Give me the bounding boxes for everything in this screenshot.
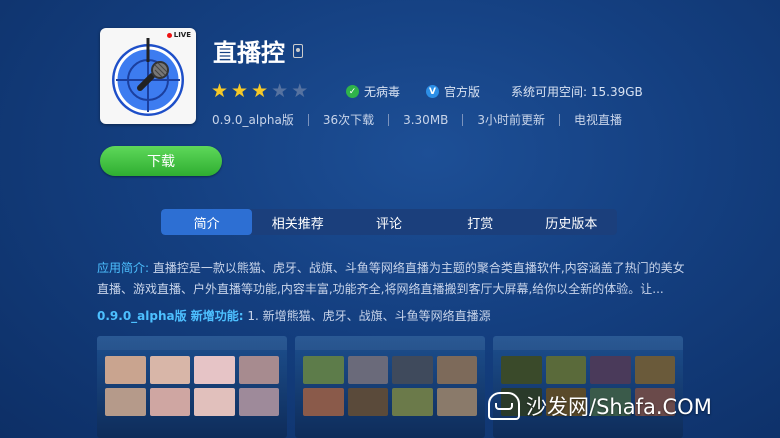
check-circle-icon: ✓ [346, 85, 359, 98]
screenshot-tile [149, 388, 190, 416]
star-icon: ★ [251, 80, 269, 102]
app-icon: LIVE [100, 28, 196, 124]
file-size-label: 3.30MB [403, 112, 449, 127]
tab-bar: 简介 相关推荐 评论 打赏 历史版本 [161, 209, 617, 235]
screenshot-tile [194, 388, 235, 416]
tab-tips[interactable]: 打赏 [435, 209, 526, 235]
divider [462, 113, 464, 126]
screenshot-tile [590, 356, 631, 384]
live-dot-icon [166, 32, 172, 38]
download-count-label: 36次下载 [322, 113, 375, 127]
tab-intro[interactable]: 简介 [161, 209, 253, 235]
download-button[interactable]: 下载 [100, 146, 222, 176]
screenshot-topbar [493, 336, 683, 350]
screenshot-tile [392, 388, 433, 416]
tab-history[interactable]: 历史版本 [526, 209, 617, 235]
screenshot-thumbnail[interactable] [493, 336, 683, 438]
official-badge: V 官方版 [426, 83, 480, 100]
tab-comments[interactable]: 评论 [343, 209, 434, 235]
screenshot-tile [436, 356, 477, 384]
screenshot-tile [501, 356, 542, 384]
live-badge-label: LIVE [173, 31, 191, 39]
live-badge: LIVE [166, 31, 191, 39]
screenshot-tile [303, 356, 344, 384]
screenshot-topbar [295, 336, 485, 350]
official-label: 官方版 [444, 85, 481, 99]
divider [559, 113, 561, 126]
tab-related[interactable]: 相关推荐 [252, 209, 343, 235]
new-features-heading: 0.9.0_alpha版 新增功能: [97, 309, 244, 323]
screenshot-tile [149, 356, 190, 384]
screenshot-tile [105, 356, 146, 384]
star-icon: ★ [211, 80, 229, 102]
screenshot-thumbnail[interactable] [295, 336, 485, 438]
app-meta-row: 0.9.0_alpha版 36次下载 3.30MB 3小时前更新 电视直播 [212, 111, 622, 128]
new-features-text: 1. 新增熊猫、虎牙、战旗、斗鱼等网络直播源 [243, 309, 491, 323]
screenshot-tile [238, 356, 279, 384]
screenshot-tile [303, 388, 344, 416]
app-description: 应用简介: 直播控是一款以熊猫、虎牙、战旗、斗鱼等网络直播为主题的聚合类直播软件… [97, 258, 687, 300]
screenshot-tile [105, 388, 146, 416]
description-heading: 应用简介: [97, 261, 150, 275]
watermark: 沙发网/Shafa.COM [488, 391, 712, 421]
app-title-row: 直播控 [213, 33, 303, 68]
category-label: 电视直播 [574, 113, 623, 127]
screenshot-tile [392, 356, 433, 384]
screenshot-thumbnail[interactable] [97, 336, 287, 438]
star-icon: ★ [231, 80, 249, 102]
screenshot-topbar [97, 336, 287, 350]
rating-stars: ★ ★ ★ ★ ★ [211, 82, 308, 101]
app-title: 直播控 [213, 39, 285, 67]
screenshot-tile [634, 356, 675, 384]
screenshot-tile [194, 356, 235, 384]
virus-free-badge: ✓ 无病毒 [346, 83, 400, 100]
divider [307, 113, 309, 126]
new-features: 0.9.0_alpha版 新增功能: 1. 新增熊猫、虎牙、战旗、斗鱼等网络直播… [97, 307, 491, 324]
divider [388, 113, 390, 126]
microphone-radar-icon [112, 38, 184, 116]
star-empty-icon: ★ [271, 80, 289, 102]
star-empty-icon: ★ [291, 80, 309, 102]
version-label: 0.9.0_alpha版 [212, 113, 294, 127]
screenshot-tile [436, 388, 477, 416]
v-verified-icon: V [426, 85, 439, 98]
screenshot-tile [545, 356, 586, 384]
description-text: 直播控是一款以熊猫、虎牙、战旗、斗鱼等网络直播为主题的聚合类直播软件,内容涵盖了… [97, 261, 685, 296]
sofa-logo-icon [488, 392, 520, 420]
remote-control-icon [293, 43, 303, 58]
screenshot-tile [347, 356, 388, 384]
screenshot-tile [238, 388, 279, 416]
update-time-label: 3小时前更新 [477, 113, 546, 127]
storage-info: 系统可用空间: 15.39GB [511, 83, 643, 100]
watermark-text: 沙发网/Shafa.COM [526, 395, 712, 419]
screenshot-tile [347, 388, 388, 416]
virus-free-label: 无病毒 [364, 85, 401, 99]
storage-label: 系统可用空间: 15.39GB [511, 85, 643, 99]
